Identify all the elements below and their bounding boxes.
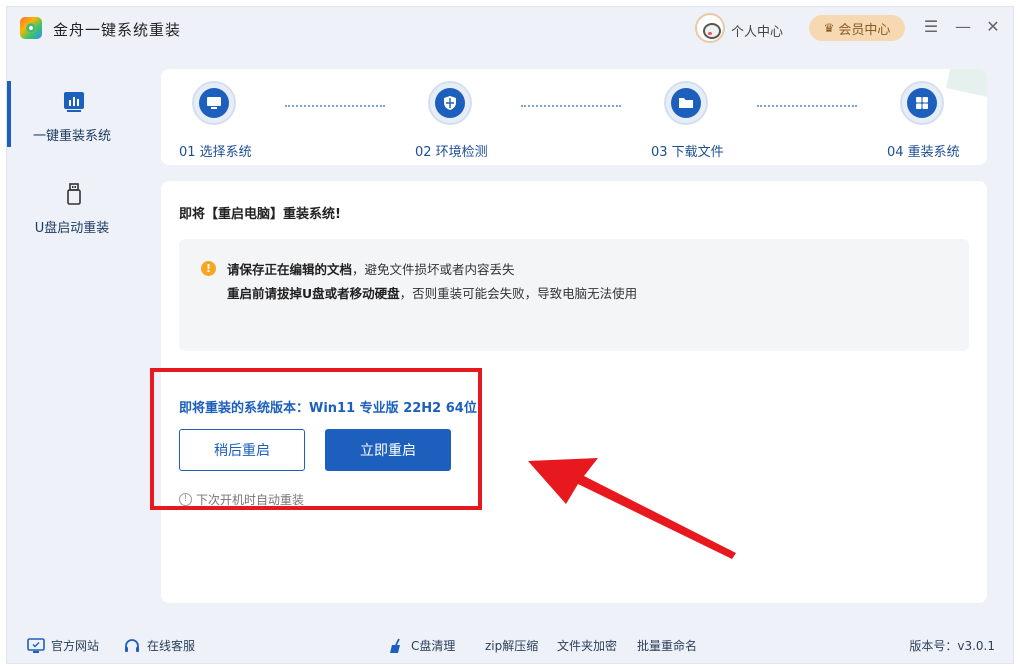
notice-line-1-rest: ，避免文件损坏或者内容丢失 <box>352 262 515 277</box>
monitor-icon <box>207 97 221 109</box>
personal-center-link[interactable]: 个人中心 <box>731 21 783 40</box>
notice-line-2-bold: 重启前请拔掉U盘或者移动硬盘 <box>227 286 400 301</box>
title-bar: 金舟一键系统重装 个人中心 ♛ 会员中心 ☰ — ✕ <box>7 7 1013 53</box>
step-connector <box>285 105 385 107</box>
footer-website-link[interactable]: 官方网站 <box>27 637 99 654</box>
annotation-highlight-box <box>150 368 482 510</box>
footer-rename-link[interactable]: 批量重命名 <box>637 637 697 654</box>
footer-c-clean-link[interactable]: C盘清理 <box>387 637 455 654</box>
step-connector <box>521 105 621 107</box>
step-circle-inner <box>671 88 701 118</box>
vip-center-button[interactable]: ♛ 会员中心 <box>809 15 905 41</box>
windows-icon <box>916 97 928 109</box>
sidebar-item-usb-reinstall[interactable]: U盘启动重装 <box>7 145 137 237</box>
minimize-icon[interactable]: — <box>953 17 973 36</box>
crown-icon: ♛ <box>823 21 835 35</box>
notice-line-2: 重启前请拔掉U盘或者移动硬盘，否则重装可能会失败，导致电脑无法使用 <box>227 283 637 302</box>
step-connector <box>757 105 857 107</box>
step-circle-inner <box>435 88 465 118</box>
notice-line-1-bold: 请保存正在编辑的文档 <box>227 262 353 277</box>
folder-icon <box>679 98 693 108</box>
headset-icon <box>125 638 139 652</box>
step-circle <box>900 81 944 125</box>
warning-icon: ! <box>201 261 216 276</box>
chart-icon <box>64 92 84 112</box>
step-download-files: 03 下载文件 <box>651 81 771 161</box>
version-label: 版本号：v3.0.1 <box>909 639 995 653</box>
shield-icon <box>444 96 456 110</box>
footer-rename-label: 批量重命名 <box>637 639 698 653</box>
app-window: 金舟一键系统重装 个人中心 ♛ 会员中心 ☰ — ✕ 一键重装系统 U盘启动重装… <box>6 6 1014 664</box>
step-label: 01 选择系统 <box>179 145 252 160</box>
app-logo-icon <box>20 17 42 39</box>
step-circle <box>664 81 708 125</box>
step-circle-inner <box>199 88 229 118</box>
step-circle <box>192 81 236 125</box>
sidebar-item-label: 一键重装系统 <box>32 129 111 144</box>
step-circle <box>428 81 472 125</box>
sidebar: 一键重装系统 U盘启动重装 <box>7 53 137 665</box>
footer-c-clean-label: C盘清理 <box>411 639 456 653</box>
sidebar-item-label: U盘启动重装 <box>34 221 110 236</box>
step-select-system: 01 选择系统 <box>179 81 299 161</box>
step-environment-check: 02 环境检测 <box>415 81 535 161</box>
vip-center-label: 会员中心 <box>838 22 891 38</box>
app-title: 金舟一键系统重装 <box>53 21 182 39</box>
step-label: 04 重装系统 <box>887 145 960 160</box>
footer-bar: 官方网站 在线客服 C盘清理 zip解压缩 文件夹加密 批量重命名 版本号：v3… <box>7 627 1013 663</box>
footer-encrypt-link[interactable]: 文件夹加密 <box>557 637 617 654</box>
sidebar-item-one-click-reinstall[interactable]: 一键重装系统 <box>7 53 137 147</box>
step-label: 02 环境检测 <box>415 145 488 160</box>
footer-zip-link[interactable]: zip解压缩 <box>485 637 538 654</box>
globe-monitor-icon <box>27 637 45 653</box>
step-reinstall-system: 04 重装系统 <box>887 81 987 161</box>
notice-line-1: 请保存正在编辑的文档，避免文件损坏或者内容丢失 <box>227 259 515 278</box>
footer-encrypt-label: 文件夹加密 <box>557 639 618 653</box>
close-icon[interactable]: ✕ <box>983 17 1003 36</box>
footer-support-label: 在线客服 <box>147 639 196 653</box>
footer-website-label: 官方网站 <box>51 639 100 653</box>
menu-icon[interactable]: ☰ <box>921 17 941 36</box>
broom-icon <box>390 638 400 653</box>
notice-line-2-rest: ，否则重装可能会失败，导致电脑无法使用 <box>399 286 638 301</box>
progress-steps: 01 选择系统 02 环境检测 03 下载文件 04 重装系统 <box>161 69 987 165</box>
usb-icon <box>67 183 81 205</box>
step-label: 03 下载文件 <box>651 145 724 160</box>
page-title: 即将【重启电脑】重装系统! <box>179 207 341 222</box>
warning-notice: ! 请保存正在编辑的文档，避免文件损坏或者内容丢失 重启前请拔掉U盘或者移动硬盘… <box>179 239 969 351</box>
avatar[interactable] <box>695 13 725 43</box>
footer-support-link[interactable]: 在线客服 <box>123 637 195 654</box>
step-circle-inner <box>907 88 937 118</box>
footer-zip-label: zip解压缩 <box>485 639 539 653</box>
